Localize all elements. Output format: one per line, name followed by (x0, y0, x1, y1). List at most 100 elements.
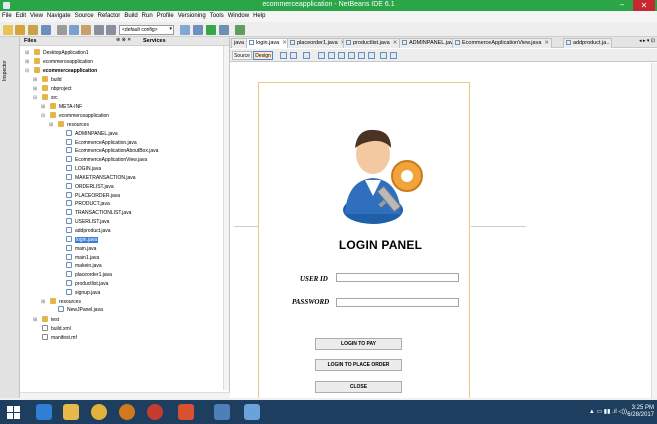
align-left-icon[interactable] (318, 52, 325, 59)
tree-expand-toggle[interactable]: ⊞ (33, 86, 37, 92)
tree-expand-toggle[interactable]: ⊟ (25, 68, 29, 74)
new-file-icon[interactable] (3, 25, 13, 35)
document-tab[interactable]: EcommerceApplicationView.java ✕ (452, 38, 552, 48)
center-horizontal-icon[interactable] (338, 52, 345, 59)
menu-window[interactable]: Window (226, 11, 251, 19)
system-tray[interactable]: ▲ ▭ ▮▮ .ıl ◁)) (589, 408, 627, 415)
tab-services[interactable]: Services (143, 38, 166, 44)
tree-item[interactable]: productlist.java (66, 280, 108, 288)
menu-help[interactable]: Help (251, 11, 267, 19)
tree-item[interactable]: build (42, 76, 62, 84)
tree-item[interactable]: USERLIST.java (66, 218, 109, 226)
user-id-field[interactable] (336, 273, 459, 282)
tree-item[interactable]: DesktopApplication1 (34, 49, 89, 57)
login-to-pay-button[interactable]: LOGIN TO PAY (315, 338, 402, 350)
tree-item[interactable]: PRODUCT.java (66, 200, 110, 208)
tree-item[interactable]: NewJPanel.java (58, 306, 103, 314)
document-tab[interactable]: addproduct.ja.. (563, 38, 613, 48)
save-all-icon[interactable] (41, 25, 51, 35)
inspector-tab[interactable]: Inspector (2, 41, 10, 81)
editor-vertical-scrollbar[interactable] (651, 63, 657, 398)
tree-expand-toggle[interactable]: ⊞ (25, 59, 29, 65)
close-tab-icon[interactable]: ✕ (393, 40, 398, 46)
design-view-button[interactable]: Design (253, 51, 273, 60)
tree-expand-toggle[interactable]: ⊞ (41, 104, 45, 110)
tree-item[interactable]: placeorder1.java (66, 271, 112, 279)
run-icon[interactable] (206, 25, 216, 35)
tree-expand-toggle[interactable]: ⊞ (49, 122, 53, 128)
chrome-like-icon[interactable] (91, 404, 107, 420)
edge-browser-icon[interactable] (36, 404, 52, 420)
align-right-icon[interactable] (328, 52, 335, 59)
tree-expand-toggle[interactable]: ⊞ (41, 299, 45, 305)
tree-item[interactable]: ecommerceapplication (34, 58, 93, 66)
minimize-button[interactable]: – (617, 1, 627, 10)
tree-item[interactable]: ADMINPANEL.java (66, 130, 118, 138)
login-to-place-order-button[interactable]: LOGIN TO PLACE ORDER (315, 359, 402, 371)
tree-item[interactable]: signup.java (66, 289, 100, 297)
menu-navigate[interactable]: Navigate (45, 11, 73, 19)
resize-vertical-icon[interactable] (390, 52, 397, 59)
tree-item[interactable]: resources (58, 121, 89, 129)
tree-item[interactable]: ecommerceapplication (34, 67, 97, 75)
tree-item[interactable]: login.java (66, 236, 99, 244)
source-view-button[interactable]: Source (232, 51, 252, 60)
tree-item[interactable]: test (42, 316, 59, 324)
tree-item[interactable]: build.xml (42, 325, 71, 333)
align-bottom-icon[interactable] (358, 52, 365, 59)
tree-item[interactable]: TRANSACTIONLIST.java (66, 209, 131, 217)
document-tab[interactable]: login.java ✕ (246, 38, 290, 48)
tree-item[interactable]: EcommerceApplicationAboutBox.java (66, 147, 158, 155)
firefox-icon[interactable] (119, 404, 135, 420)
tree-expand-toggle[interactable]: ⊟ (41, 113, 45, 119)
close-button[interactable]: CLOSE (315, 381, 402, 393)
menu-refactor[interactable]: Refactor (96, 11, 123, 19)
java-app-icon[interactable] (178, 404, 194, 420)
tree-item[interactable]: EcommerceApplicationView.java (66, 156, 147, 164)
tree-expand-toggle[interactable]: ⊟ (33, 95, 37, 101)
netbeans-taskbar-icon[interactable] (244, 404, 260, 420)
tab-navigation-controls[interactable]: ◂ ▸ ▾ ⊡ (639, 38, 655, 44)
undo-icon[interactable] (94, 25, 104, 35)
document-tab[interactable]: productlist.java ✕ (343, 38, 401, 48)
menu-view[interactable]: View (28, 11, 45, 19)
close-tab-icon[interactable]: ✕ (544, 40, 549, 46)
editor-app-icon[interactable] (214, 404, 230, 420)
tree-expand-toggle[interactable]: ⊞ (33, 77, 37, 83)
document-tab[interactable]: java (231, 38, 248, 48)
open-project-icon[interactable] (28, 25, 38, 35)
tree-item[interactable]: src (42, 94, 58, 102)
menu-versioning[interactable]: Versioning (176, 11, 208, 19)
tree-item[interactable]: makein.java (66, 262, 102, 270)
opera-icon[interactable] (147, 404, 163, 420)
panel-controls[interactable]: ⊕ ⊗ ✕ (116, 37, 131, 43)
tree-item[interactable]: ORDERLIST.java (66, 183, 114, 191)
menu-file[interactable]: File (0, 11, 14, 19)
tree-expand-toggle[interactable]: ⊞ (25, 50, 29, 56)
tree-item[interactable]: main.java (66, 245, 96, 253)
tab-files[interactable]: Files (24, 38, 37, 44)
close-window-button[interactable]: ✕ (633, 0, 655, 11)
preview-design-icon[interactable] (303, 52, 310, 59)
tree-item[interactable]: META-INF (50, 103, 82, 111)
tree-expand-toggle[interactable]: ⊞ (33, 317, 37, 323)
document-tab[interactable]: placeorder1.java✕ (287, 38, 349, 48)
file-explorer-icon[interactable] (63, 404, 79, 420)
taskbar-clock[interactable]: 3:25 PM 6/28/2017 (627, 405, 654, 419)
tree-item[interactable]: manifest.mf (42, 334, 77, 342)
menu-build[interactable]: Build (122, 11, 139, 19)
menu-profile[interactable]: Profile (155, 11, 176, 19)
tree-item[interactable]: nbproject (42, 85, 72, 93)
menu-run[interactable]: Run (140, 11, 155, 19)
menu-tools[interactable]: Tools (208, 11, 226, 19)
center-vertical-icon[interactable] (368, 52, 375, 59)
resize-horizontal-icon[interactable] (380, 52, 387, 59)
tree-item[interactable]: MAKETRANSACTION.java (66, 174, 136, 182)
copy-icon[interactable] (69, 25, 79, 35)
debug-icon[interactable] (219, 25, 229, 35)
menu-edit[interactable]: Edit (14, 11, 28, 19)
align-top-icon[interactable] (348, 52, 355, 59)
build-icon[interactable] (180, 25, 190, 35)
tree-item[interactable]: ecommerceapplication (50, 112, 109, 120)
paste-icon[interactable] (81, 25, 91, 35)
